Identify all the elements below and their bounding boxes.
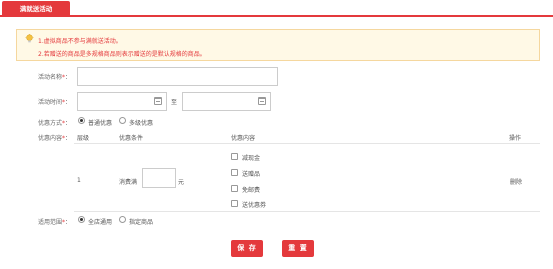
checkbox-send-gift[interactable] xyxy=(231,169,238,176)
table-bottom-divider xyxy=(74,211,540,212)
radio-multi-level-discount[interactable] xyxy=(119,117,126,124)
save-button[interactable]: 保 存 xyxy=(231,240,263,257)
delete-row-link[interactable]: 删除 xyxy=(510,177,522,186)
start-date-input[interactable] xyxy=(77,92,167,111)
notice-line-1: 1.虚拟商品不参与满就送活动。 xyxy=(38,38,122,45)
discount-content-label: 优惠内容*： xyxy=(38,135,72,142)
checkbox-send-gift-label: 送赠品 xyxy=(242,171,261,178)
radio-store-wide[interactable] xyxy=(78,216,85,223)
radio-specified-goods[interactable] xyxy=(119,216,126,223)
radio-multi-level-discount-label: 多级优惠 xyxy=(129,120,154,127)
radio-normal-discount[interactable] xyxy=(78,117,85,124)
calendar-icon[interactable] xyxy=(258,97,266,105)
end-date-input[interactable] xyxy=(182,92,271,111)
checkbox-cash-reduction-label: 减现金 xyxy=(242,155,261,162)
radio-specified-goods-label: 指定商品 xyxy=(129,219,154,226)
scope-label: 适用范围*： xyxy=(38,219,72,226)
condition-unit: 元 xyxy=(178,179,185,186)
tab-bar: 满就送活动 xyxy=(0,0,553,17)
tab-full-gift-activity[interactable]: 满就送活动 xyxy=(2,1,70,17)
reset-button[interactable]: 重 置 xyxy=(282,240,314,257)
column-header-action: 操作 xyxy=(509,135,522,142)
notice-box: 1.虚拟商品不参与满就送活动。 2.若赠送的商品是多规格商品则表示赠送的是默认规… xyxy=(16,29,540,61)
activity-name-label: 活动名称*： xyxy=(38,74,72,81)
calendar-icon[interactable] xyxy=(154,97,162,105)
checkbox-send-coupon-label: 送优惠券 xyxy=(242,202,267,209)
radio-normal-discount-label: 普通优惠 xyxy=(88,120,113,127)
radio-store-wide-label: 全店通用 xyxy=(88,219,113,226)
table-header-divider xyxy=(74,143,540,144)
condition-amount-input[interactable] xyxy=(142,168,176,188)
checkbox-free-shipping-label: 免邮费 xyxy=(242,187,261,194)
checkbox-free-shipping[interactable] xyxy=(231,185,238,192)
activity-name-input[interactable] xyxy=(77,67,278,86)
notice-line-2: 2.若赠送的商品是多规格商品则表示赠送的是默认规格的商品。 xyxy=(38,51,206,58)
lightbulb-icon xyxy=(25,34,34,43)
row-level: 1 xyxy=(77,177,81,184)
column-header-condition: 优惠条件 xyxy=(119,135,144,142)
checkbox-cash-reduction[interactable] xyxy=(231,153,238,160)
checkbox-send-coupon[interactable] xyxy=(231,200,238,207)
discount-mode-label: 优惠方式*： xyxy=(38,120,72,127)
date-range-separator: 至 xyxy=(171,99,178,106)
activity-time-label: 活动时间*： xyxy=(38,99,72,106)
column-header-content: 优惠内容 xyxy=(231,135,256,142)
column-header-level: 层级 xyxy=(77,135,90,142)
condition-prefix: 消费满 xyxy=(119,179,138,186)
